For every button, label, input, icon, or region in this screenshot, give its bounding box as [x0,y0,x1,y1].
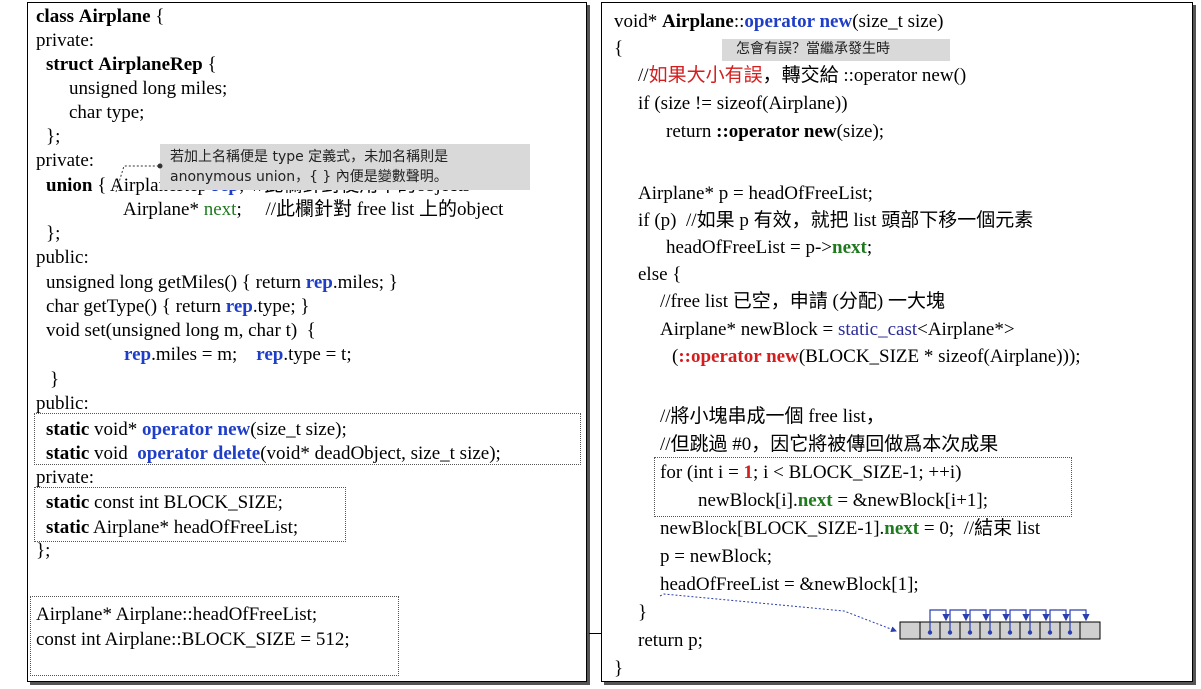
left-code-panel: class Airplane { private: struct Airplan… [27,2,587,682]
free-list-diagram [659,593,1101,640]
note-pointer-line [115,163,163,193]
left-code-block: class Airplane { private: struct Airplan… [30,6,584,678]
panel-connector [589,633,601,634]
right-code-block: void* Airplane::operator new(size_t size… [614,11,1189,679]
free-list-cell [899,621,921,640]
right-code-panel: void* Airplane::operator new(size_t size… [601,2,1193,682]
free-list-cell [1079,621,1101,640]
